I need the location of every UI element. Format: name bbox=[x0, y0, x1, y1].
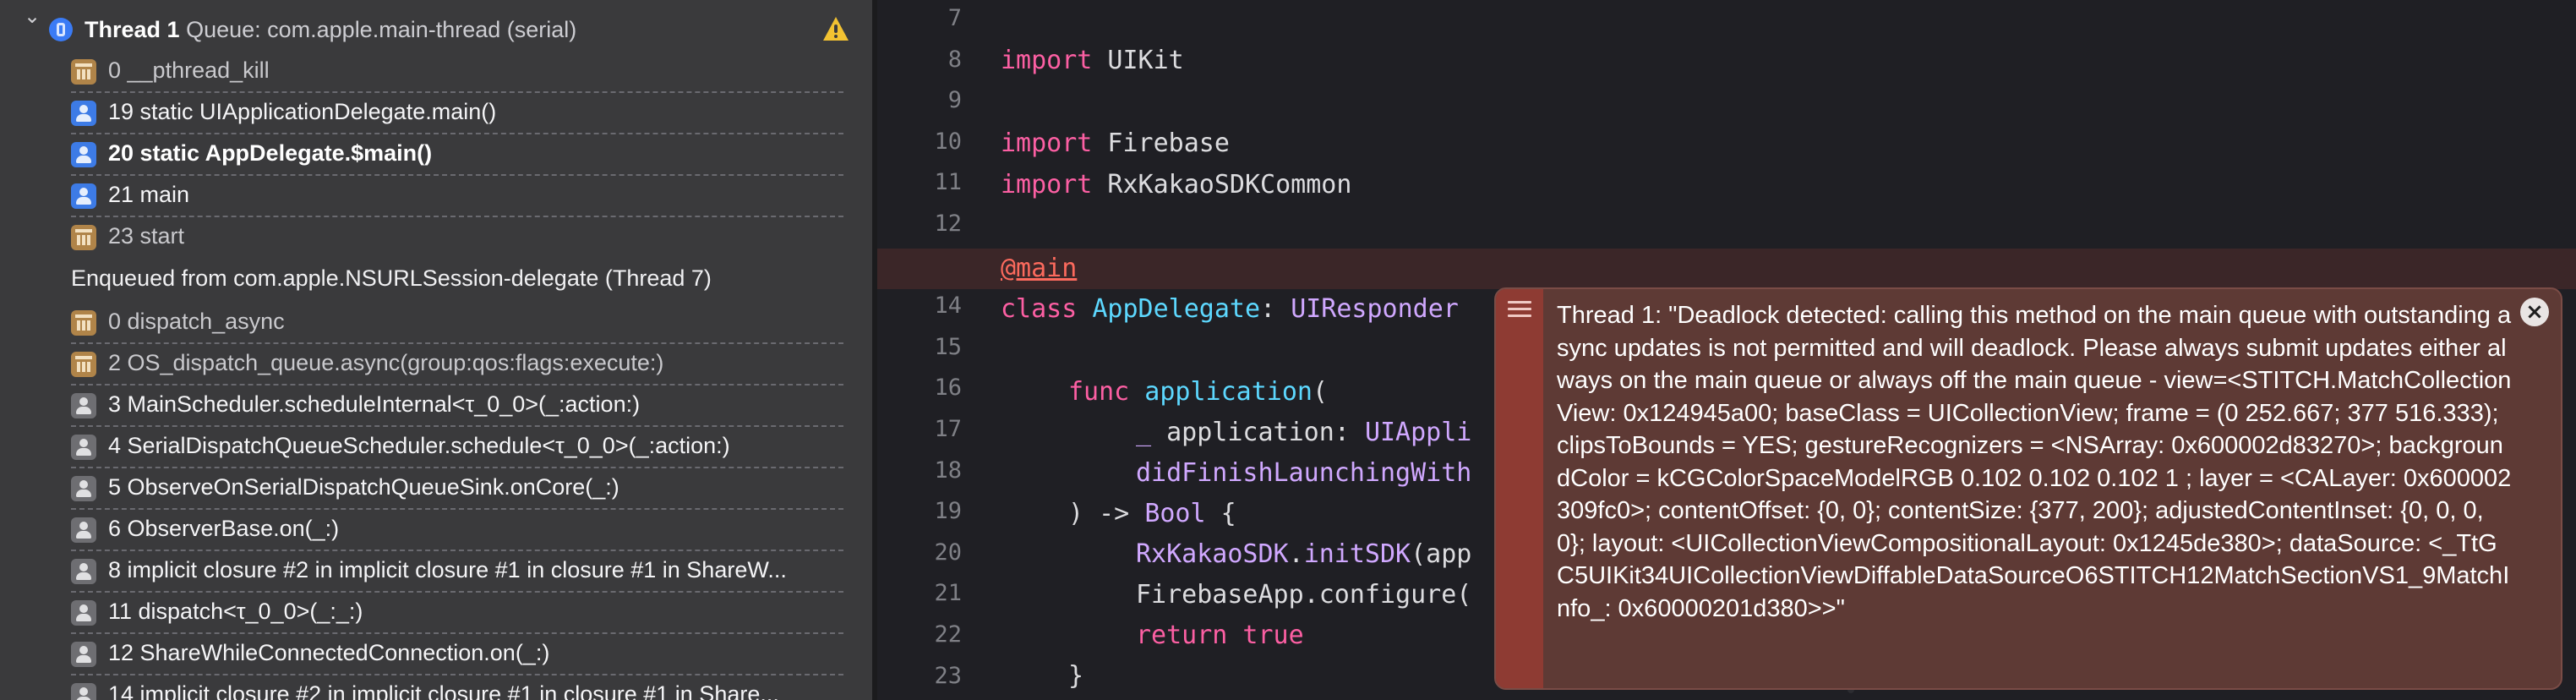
stack-frame-label: 8 implicit closure #2 in implicit closur… bbox=[108, 557, 787, 582]
argument: (app bbox=[1411, 539, 1472, 569]
stack-frame-row[interactable]: 0 __pthread_kill bbox=[71, 52, 843, 93]
stack-frame-label: 21 main bbox=[108, 182, 190, 207]
method-name: initSDK bbox=[1303, 539, 1411, 569]
param-label: didFinishLaunchingWith bbox=[1136, 458, 1472, 488]
user-code-icon bbox=[71, 183, 96, 209]
stack-frame-label: 11 dispatch<τ_0_0>(_:_:) bbox=[108, 599, 363, 624]
enqueued-label: Enqueued from com.apple.NSURLSession-del… bbox=[71, 265, 712, 291]
type-name: UIAppli bbox=[1364, 418, 1472, 447]
stack-frame-label: 3 MainScheduler.scheduleInternal<τ_0_0>(… bbox=[108, 391, 641, 417]
thread-title: Thread 1 Queue: com.apple.main-thread (s… bbox=[85, 17, 576, 43]
line-number: 7 bbox=[947, 5, 962, 31]
stack-frame-label: 2 OS_dispatch_queue.async(group:qos:flag… bbox=[108, 350, 664, 375]
system-library-icon bbox=[71, 352, 96, 377]
punct: { bbox=[1205, 499, 1236, 528]
error-stripe bbox=[1496, 289, 1543, 688]
close-button[interactable]: × bbox=[2520, 298, 2549, 326]
keyword: class bbox=[1001, 294, 1078, 324]
stack-frame-label: 14 implicit closure #2 in implicit closu… bbox=[108, 681, 779, 700]
stack-frame-label: 12 ShareWhileConnectedConnection.on(_:) bbox=[108, 640, 550, 665]
system-library-icon bbox=[71, 310, 96, 336]
user-code-icon bbox=[71, 559, 96, 584]
thread-name: Thread 1 bbox=[85, 17, 180, 42]
stack-frame-label: 20 static AppDelegate.$main() bbox=[108, 140, 433, 166]
stack-frame-row[interactable]: 8 implicit closure #2 in implicit closur… bbox=[71, 552, 843, 593]
line-number: 12 bbox=[934, 211, 962, 237]
param-name: application bbox=[1151, 418, 1334, 447]
stack-frame-label: 0 __pthread_kill bbox=[108, 57, 270, 83]
module-name: UIKit bbox=[1092, 46, 1184, 75]
user-code-icon bbox=[71, 517, 96, 543]
param-label: _ bbox=[1136, 418, 1152, 447]
keyword: func bbox=[1068, 377, 1130, 407]
function-name: application bbox=[1129, 377, 1313, 407]
type-name: Bool bbox=[1144, 499, 1206, 528]
stack-frame-row[interactable]: 4 SerialDispatchQueueScheduler.schedule<… bbox=[71, 428, 843, 468]
stack-frame-row[interactable]: 11 dispatch<τ_0_0>(_:_:) bbox=[71, 593, 843, 634]
thread-queue: Queue: com.apple.main-thread (serial) bbox=[186, 17, 577, 42]
stack-frame-label: 19 static UIApplicationDelegate.main() bbox=[108, 99, 497, 124]
punct: ) -> bbox=[1068, 499, 1145, 528]
user-code-icon bbox=[71, 101, 96, 126]
user-code-icon bbox=[71, 435, 96, 460]
code-line[interactable]: import RxKakaoSDKCommon bbox=[877, 165, 2576, 205]
line-number: 9 bbox=[947, 87, 962, 114]
debug-navigator: ⌄ Thread 1 Queue: com.apple.main-thread … bbox=[0, 0, 872, 700]
stack-frame-row[interactable]: 5 ObserveOnSerialDispatchQueueSink.onCor… bbox=[71, 469, 843, 510]
stack-frame-label: 5 ObserveOnSerialDispatchQueueSink.onCor… bbox=[108, 474, 619, 500]
code-text: } bbox=[1068, 661, 1084, 691]
user-code-icon bbox=[71, 600, 96, 626]
stack-frame-row[interactable]: 3 MainScheduler.scheduleInternal<τ_0_0>(… bbox=[71, 386, 843, 427]
line-number: 15 bbox=[934, 333, 962, 360]
punct: : bbox=[1334, 418, 1365, 447]
keyword: import bbox=[1001, 129, 1093, 158]
module-name: Firebase bbox=[1092, 129, 1230, 158]
user-code-icon bbox=[71, 393, 96, 418]
system-library-icon bbox=[71, 225, 96, 250]
chevron-down-icon[interactable]: ⌄ bbox=[24, 6, 42, 26]
user-code-icon bbox=[71, 476, 96, 501]
stack-frame-row[interactable]: 19 static UIApplicationDelegate.main() bbox=[71, 94, 843, 134]
stack-frame-row[interactable]: 6 ObserverBase.on(_:) bbox=[71, 511, 843, 551]
current-error-line[interactable]: @main bbox=[877, 249, 2576, 289]
stack-frame-row[interactable]: 14 implicit closure #2 in implicit closu… bbox=[71, 676, 843, 700]
code-line[interactable]: import Firebase bbox=[877, 123, 2576, 164]
error-lines-icon bbox=[1508, 301, 1531, 321]
error-message: Thread 1: "Deadlock detected: calling th… bbox=[1557, 302, 2512, 622]
user-code-icon bbox=[71, 142, 96, 167]
code-line[interactable]: import UIKit bbox=[877, 41, 2576, 81]
thread-row[interactable]: ⌄ Thread 1 Queue: com.apple.main-thread … bbox=[0, 0, 872, 42]
keyword: import bbox=[1001, 170, 1093, 200]
code-text: FirebaseApp.configure( bbox=[1136, 580, 1472, 610]
punct: . bbox=[1288, 539, 1304, 569]
stack-frame-label: 6 ObserverBase.on(_:) bbox=[108, 516, 340, 541]
type-name: RxKakaoSDK bbox=[1136, 539, 1289, 569]
class-name: AppDelegate bbox=[1077, 294, 1261, 324]
type-name: UIResponder bbox=[1291, 294, 1459, 324]
stack-frame-row[interactable]: 2 OS_dispatch_queue.async(group:qos:flag… bbox=[71, 345, 843, 386]
keyword: import bbox=[1001, 46, 1093, 75]
thread-icon bbox=[49, 18, 73, 41]
stack-frame-label: 23 start bbox=[108, 223, 185, 249]
attribute-main: @main bbox=[1001, 254, 1078, 283]
warning-icon[interactable] bbox=[823, 17, 849, 41]
stack-frame-row[interactable]: 23 start bbox=[71, 218, 843, 259]
punct: : bbox=[1260, 294, 1291, 324]
keyword: return bbox=[1136, 621, 1228, 650]
error-annotation: Thread 1: "Deadlock detected: calling th… bbox=[1494, 287, 2562, 690]
stack-frame-label: 4 SerialDispatchQueueScheduler.schedule<… bbox=[108, 433, 730, 458]
user-code-icon bbox=[71, 642, 96, 667]
stack-frame-row[interactable]: 12 ShareWhileConnectedConnection.on(_:) bbox=[71, 635, 843, 675]
stack-frame-label: 0 dispatch_async bbox=[108, 309, 285, 334]
user-code-icon bbox=[71, 683, 96, 700]
literal: true bbox=[1227, 621, 1304, 650]
stack-frame-row[interactable]: 20 static AppDelegate.$main() bbox=[71, 135, 843, 176]
module-name: RxKakaoSDKCommon bbox=[1092, 170, 1352, 200]
stack-frame-row[interactable]: 0 dispatch_async bbox=[71, 304, 843, 344]
stack-frame-row[interactable]: 21 main bbox=[71, 177, 843, 217]
system-library-icon bbox=[71, 59, 96, 85]
punct: ( bbox=[1313, 377, 1329, 407]
